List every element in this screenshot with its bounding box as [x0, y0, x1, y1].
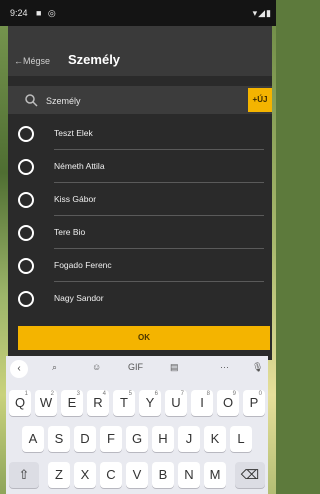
- key-hint: 3: [76, 391, 80, 397]
- list-item[interactable]: Kiss Gábor: [8, 184, 272, 216]
- divider: [54, 281, 264, 282]
- key-y[interactable]: Y6: [139, 390, 161, 416]
- person-name: Tere Bio: [54, 227, 86, 237]
- cancel-button[interactable]: ←Mégse: [14, 56, 50, 66]
- radio-button[interactable]: [18, 258, 34, 274]
- gif-button[interactable]: GIF: [128, 362, 143, 372]
- person-picker-dialog: ←Mégse Személy +ÚJ Teszt Elek Németh Att…: [8, 26, 272, 360]
- key-t[interactable]: T5: [113, 390, 135, 416]
- list-item[interactable]: Tere Bio: [8, 217, 272, 249]
- key-i[interactable]: I8: [191, 390, 213, 416]
- sticker-icon[interactable]: ☺: [92, 362, 101, 372]
- person-name: Németh Attila: [54, 161, 105, 171]
- key-hint: 6: [154, 391, 158, 397]
- key-o[interactable]: O9: [217, 390, 239, 416]
- key-hint: 5: [128, 391, 132, 397]
- key-p[interactable]: P0: [243, 390, 265, 416]
- dialog-title: Személy: [68, 52, 121, 67]
- key-h[interactable]: H: [152, 426, 174, 452]
- key-n[interactable]: N: [178, 462, 200, 488]
- key-w[interactable]: W2: [35, 390, 57, 416]
- key-hint: 8: [206, 391, 210, 397]
- key-g[interactable]: G: [126, 426, 148, 452]
- radio-button[interactable]: [18, 291, 34, 307]
- key-label: R: [93, 395, 103, 410]
- radio-button[interactable]: [18, 225, 34, 241]
- list-item[interactable]: Németh Attila: [8, 151, 272, 183]
- radio-button[interactable]: [18, 126, 34, 142]
- key-q[interactable]: Q1: [9, 390, 31, 416]
- key-hint: 9: [232, 391, 236, 397]
- key-u[interactable]: U7: [165, 390, 187, 416]
- key-hint: 1: [24, 391, 28, 397]
- keyboard-back-icon[interactable]: ‹: [10, 360, 28, 378]
- key-e[interactable]: E3: [61, 390, 83, 416]
- key-label: O: [222, 395, 234, 410]
- key-c[interactable]: C: [100, 462, 122, 488]
- microphone-icon[interactable]: 🎙: [252, 362, 263, 373]
- person-name: Teszt Elek: [54, 128, 93, 138]
- ok-button[interactable]: OK: [18, 326, 270, 350]
- notification-icons: ■ ◎: [36, 8, 58, 18]
- soft-keyboard: ‹ ⌕ ☺ GIF ▤ ··· 🎙 Q1 W2 E3 R4 T5 Y6 U7 I…: [6, 356, 268, 494]
- radio-button[interactable]: [18, 159, 34, 175]
- keyboard-toolbar: ‹ ⌕ ☺ GIF ▤ ··· 🎙: [6, 356, 268, 382]
- person-name: Kiss Gábor: [54, 194, 97, 204]
- shift-key[interactable]: ⇧: [9, 462, 39, 488]
- clipboard-icon[interactable]: ▤: [170, 362, 179, 373]
- status-bar: 9:24 ■ ◎ ▾◢▮: [0, 0, 276, 26]
- divider: [54, 215, 264, 216]
- key-label: Q: [14, 395, 26, 410]
- person-name: Nagy Sandor: [54, 293, 104, 303]
- key-label: I: [200, 395, 204, 410]
- key-l[interactable]: L: [230, 426, 252, 452]
- add-new-button[interactable]: +ÚJ: [248, 88, 272, 112]
- key-m[interactable]: M: [204, 462, 226, 488]
- radio-button[interactable]: [18, 192, 34, 208]
- list-item[interactable]: Fogado Ferenc: [8, 250, 272, 282]
- search-input[interactable]: [44, 91, 248, 111]
- key-s[interactable]: S: [48, 426, 70, 452]
- delete-key[interactable]: ⌫: [235, 462, 265, 488]
- status-time: 9:24: [10, 8, 28, 18]
- key-hint: 4: [102, 391, 106, 397]
- key-r[interactable]: R4: [87, 390, 109, 416]
- dialog-header: ←Mégse Személy: [8, 26, 272, 76]
- key-label: Y: [145, 395, 155, 410]
- list-item[interactable]: Teszt Elek: [8, 118, 272, 150]
- person-name: Fogado Ferenc: [54, 260, 112, 270]
- key-a[interactable]: A: [22, 426, 44, 452]
- search-icon: [25, 94, 38, 107]
- key-label: P: [249, 395, 259, 410]
- list-item[interactable]: Nagy Sandor: [8, 283, 272, 315]
- keyboard-search-icon[interactable]: ⌕: [52, 362, 57, 373]
- key-hint: 2: [50, 391, 54, 397]
- key-hint: 7: [180, 391, 184, 397]
- key-x[interactable]: X: [74, 462, 96, 488]
- key-label: U: [171, 395, 181, 410]
- signal-battery-icons: ▾◢▮: [252, 8, 272, 18]
- key-j[interactable]: J: [178, 426, 200, 452]
- key-d[interactable]: D: [74, 426, 96, 452]
- divider: [54, 149, 264, 150]
- key-v[interactable]: V: [126, 462, 148, 488]
- search-bar: [8, 86, 272, 114]
- key-label: T: [120, 395, 128, 410]
- key-k[interactable]: K: [204, 426, 226, 452]
- key-label: E: [67, 395, 77, 410]
- key-z[interactable]: Z: [48, 462, 70, 488]
- divider: [54, 182, 264, 183]
- key-f[interactable]: F: [100, 426, 122, 452]
- key-hint: 0: [258, 391, 262, 397]
- more-icon[interactable]: ···: [220, 362, 229, 372]
- key-b[interactable]: B: [152, 462, 174, 488]
- divider: [54, 248, 264, 249]
